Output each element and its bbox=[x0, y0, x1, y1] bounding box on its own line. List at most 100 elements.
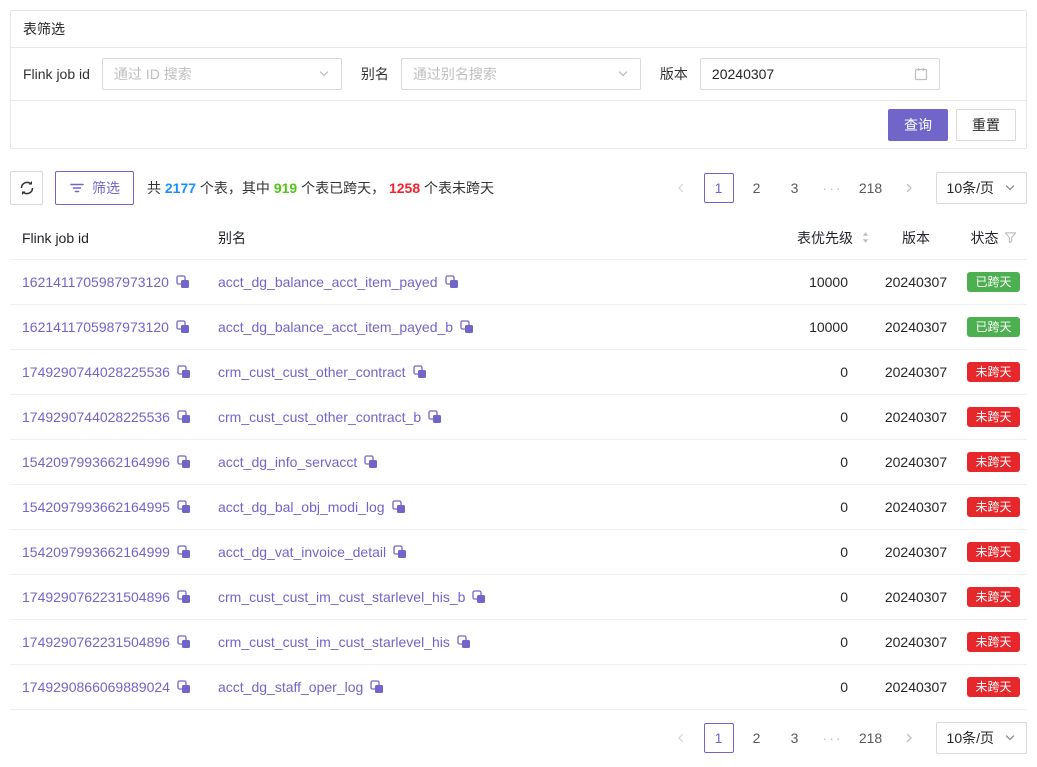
prev-page-button[interactable] bbox=[666, 723, 696, 753]
page-1-button[interactable]: 1 bbox=[704, 173, 734, 203]
copy-icon[interactable] bbox=[393, 545, 407, 559]
page-size-select[interactable]: 10条/页 bbox=[936, 172, 1027, 204]
page-3-button[interactable]: 3 bbox=[780, 723, 810, 753]
copy-icon[interactable] bbox=[176, 320, 190, 334]
copy-icon[interactable] bbox=[364, 455, 378, 469]
copy-icon[interactable] bbox=[457, 635, 471, 649]
chevron-down-icon bbox=[1004, 182, 1016, 194]
summary-uncrossed-count: 1258 bbox=[389, 180, 420, 196]
flink-job-id-link[interactable]: 1621411705987973120 bbox=[22, 319, 169, 335]
flink-job-id-link[interactable]: 1749290762231504896 bbox=[22, 589, 170, 605]
copy-icon[interactable] bbox=[413, 365, 427, 379]
page-size-value: 10条/页 bbox=[947, 178, 994, 198]
status-badge: 未跨天 bbox=[967, 452, 1019, 472]
table-row: 1749290744028225536 crm_cust_cust_other_… bbox=[10, 350, 1027, 395]
copy-icon[interactable] bbox=[177, 410, 191, 424]
page-2-button[interactable]: 2 bbox=[742, 173, 772, 203]
copy-icon[interactable] bbox=[177, 590, 191, 604]
header-flink-job-id: Flink job id bbox=[10, 230, 218, 246]
reset-button[interactable]: 重置 bbox=[956, 109, 1016, 141]
refresh-button[interactable] bbox=[10, 171, 43, 205]
alias-select[interactable]: 通过别名搜索 bbox=[401, 58, 641, 90]
status-badge: 已跨天 bbox=[967, 272, 1019, 292]
alias-link[interactable]: crm_cust_cust_im_cust_starlevel_his bbox=[218, 634, 450, 650]
toolbar: 筛选 共 2177 个表，其中 919 个表已跨天， 1258 个表未跨天 1 … bbox=[10, 171, 1027, 205]
copy-icon[interactable] bbox=[177, 455, 191, 469]
summary-text: 个表已跨天， bbox=[297, 180, 389, 196]
page-ellipsis[interactable]: ··· bbox=[818, 173, 848, 203]
header-priority-sortable[interactable]: 表优先级 bbox=[662, 228, 872, 248]
priority-value: 0 bbox=[662, 544, 872, 560]
page-3-button[interactable]: 3 bbox=[780, 173, 810, 203]
next-page-button[interactable] bbox=[894, 173, 924, 203]
next-page-button[interactable] bbox=[894, 723, 924, 753]
copy-icon[interactable] bbox=[177, 365, 191, 379]
alias-link[interactable]: acct_dg_staff_oper_log bbox=[218, 679, 363, 695]
status-badge: 未跨天 bbox=[967, 677, 1019, 697]
version-date-value: 20240307 bbox=[712, 66, 774, 82]
alias-link[interactable]: acct_dg_balance_acct_item_payed bbox=[218, 274, 438, 290]
calendar-icon bbox=[914, 67, 928, 81]
flink-job-id-link[interactable]: 1542097993662164996 bbox=[22, 454, 170, 470]
copy-icon[interactable] bbox=[176, 275, 190, 289]
priority-value: 0 bbox=[662, 409, 872, 425]
flink-job-id-link[interactable]: 1749290762231504896 bbox=[22, 634, 170, 650]
header-priority-label: 表优先级 bbox=[797, 228, 853, 248]
alias-link[interactable]: crm_cust_cust_other_contract bbox=[218, 364, 406, 380]
page-2-button[interactable]: 2 bbox=[742, 723, 772, 753]
summary-text: 个表未跨天 bbox=[420, 180, 494, 196]
filter-actions: 查询 重置 bbox=[11, 101, 1026, 148]
sorter-icon[interactable] bbox=[861, 230, 870, 245]
page-1-button[interactable]: 1 bbox=[704, 723, 734, 753]
copy-icon[interactable] bbox=[428, 410, 442, 424]
copy-icon[interactable] bbox=[177, 680, 191, 694]
table-count-summary: 共 2177 个表，其中 919 个表已跨天， 1258 个表未跨天 bbox=[147, 178, 494, 198]
copy-icon[interactable] bbox=[177, 545, 191, 559]
page-last-button[interactable]: 218 bbox=[856, 723, 886, 753]
copy-icon[interactable] bbox=[472, 590, 486, 604]
flink-job-id-link[interactable]: 1542097993662164995 bbox=[22, 499, 170, 515]
flink-job-id-link[interactable]: 1749290744028225536 bbox=[22, 409, 170, 425]
funnel-filter-icon[interactable] bbox=[1004, 231, 1017, 244]
page-size-value: 10条/页 bbox=[947, 728, 994, 748]
filter-button[interactable]: 筛选 bbox=[55, 171, 134, 205]
table-row: 1621411705987973120 acct_dg_balance_acct… bbox=[10, 305, 1027, 350]
results-table: Flink job id 别名 表优先级 版本 状态 1621411705987… bbox=[10, 216, 1027, 710]
status-badge: 已跨天 bbox=[967, 317, 1019, 337]
copy-icon[interactable] bbox=[392, 500, 406, 514]
query-button[interactable]: 查询 bbox=[888, 109, 948, 141]
alias-link[interactable]: crm_cust_cust_other_contract_b bbox=[218, 409, 421, 425]
page-size-select[interactable]: 10条/页 bbox=[936, 722, 1027, 754]
flink-job-id-link[interactable]: 1749290866069889024 bbox=[22, 679, 170, 695]
alias-link[interactable]: acct_dg_vat_invoice_detail bbox=[218, 544, 386, 560]
version-value: 20240307 bbox=[872, 364, 960, 380]
alias-link[interactable]: acct_dg_bal_obj_modi_log bbox=[218, 499, 385, 515]
table-row: 1542097993662164999 acct_dg_vat_invoice_… bbox=[10, 530, 1027, 575]
priority-value: 0 bbox=[662, 499, 872, 515]
page-ellipsis[interactable]: ··· bbox=[818, 723, 848, 753]
priority-value: 0 bbox=[662, 634, 872, 650]
copy-icon[interactable] bbox=[177, 500, 191, 514]
filter-lines-icon bbox=[69, 180, 85, 196]
bottom-pagination: 1 2 3 ··· 218 10条/页 bbox=[666, 722, 1027, 754]
page-last-button[interactable]: 218 bbox=[856, 173, 886, 203]
alias-link[interactable]: crm_cust_cust_im_cust_starlevel_his_b bbox=[218, 589, 465, 605]
flink-job-id-link[interactable]: 1542097993662164999 bbox=[22, 544, 170, 560]
summary-text: 共 bbox=[147, 180, 165, 196]
alias-placeholder: 通过别名搜索 bbox=[413, 64, 497, 84]
copy-icon[interactable] bbox=[370, 680, 384, 694]
flink-job-id-select[interactable]: 通过 ID 搜索 bbox=[102, 58, 342, 90]
copy-icon[interactable] bbox=[460, 320, 474, 334]
flink-job-id-link[interactable]: 1749290744028225536 bbox=[22, 364, 170, 380]
priority-value: 10000 bbox=[662, 274, 872, 290]
priority-value: 0 bbox=[662, 679, 872, 695]
alias-link[interactable]: acct_dg_balance_acct_item_payed_b bbox=[218, 319, 453, 335]
version-date-input[interactable]: 20240307 bbox=[700, 58, 940, 90]
prev-page-button[interactable] bbox=[666, 173, 696, 203]
copy-icon[interactable] bbox=[177, 635, 191, 649]
copy-icon[interactable] bbox=[445, 275, 459, 289]
alias-link[interactable]: acct_dg_info_servacct bbox=[218, 454, 357, 470]
version-value: 20240307 bbox=[872, 544, 960, 560]
status-badge: 未跨天 bbox=[967, 407, 1019, 427]
flink-job-id-link[interactable]: 1621411705987973120 bbox=[22, 274, 169, 290]
